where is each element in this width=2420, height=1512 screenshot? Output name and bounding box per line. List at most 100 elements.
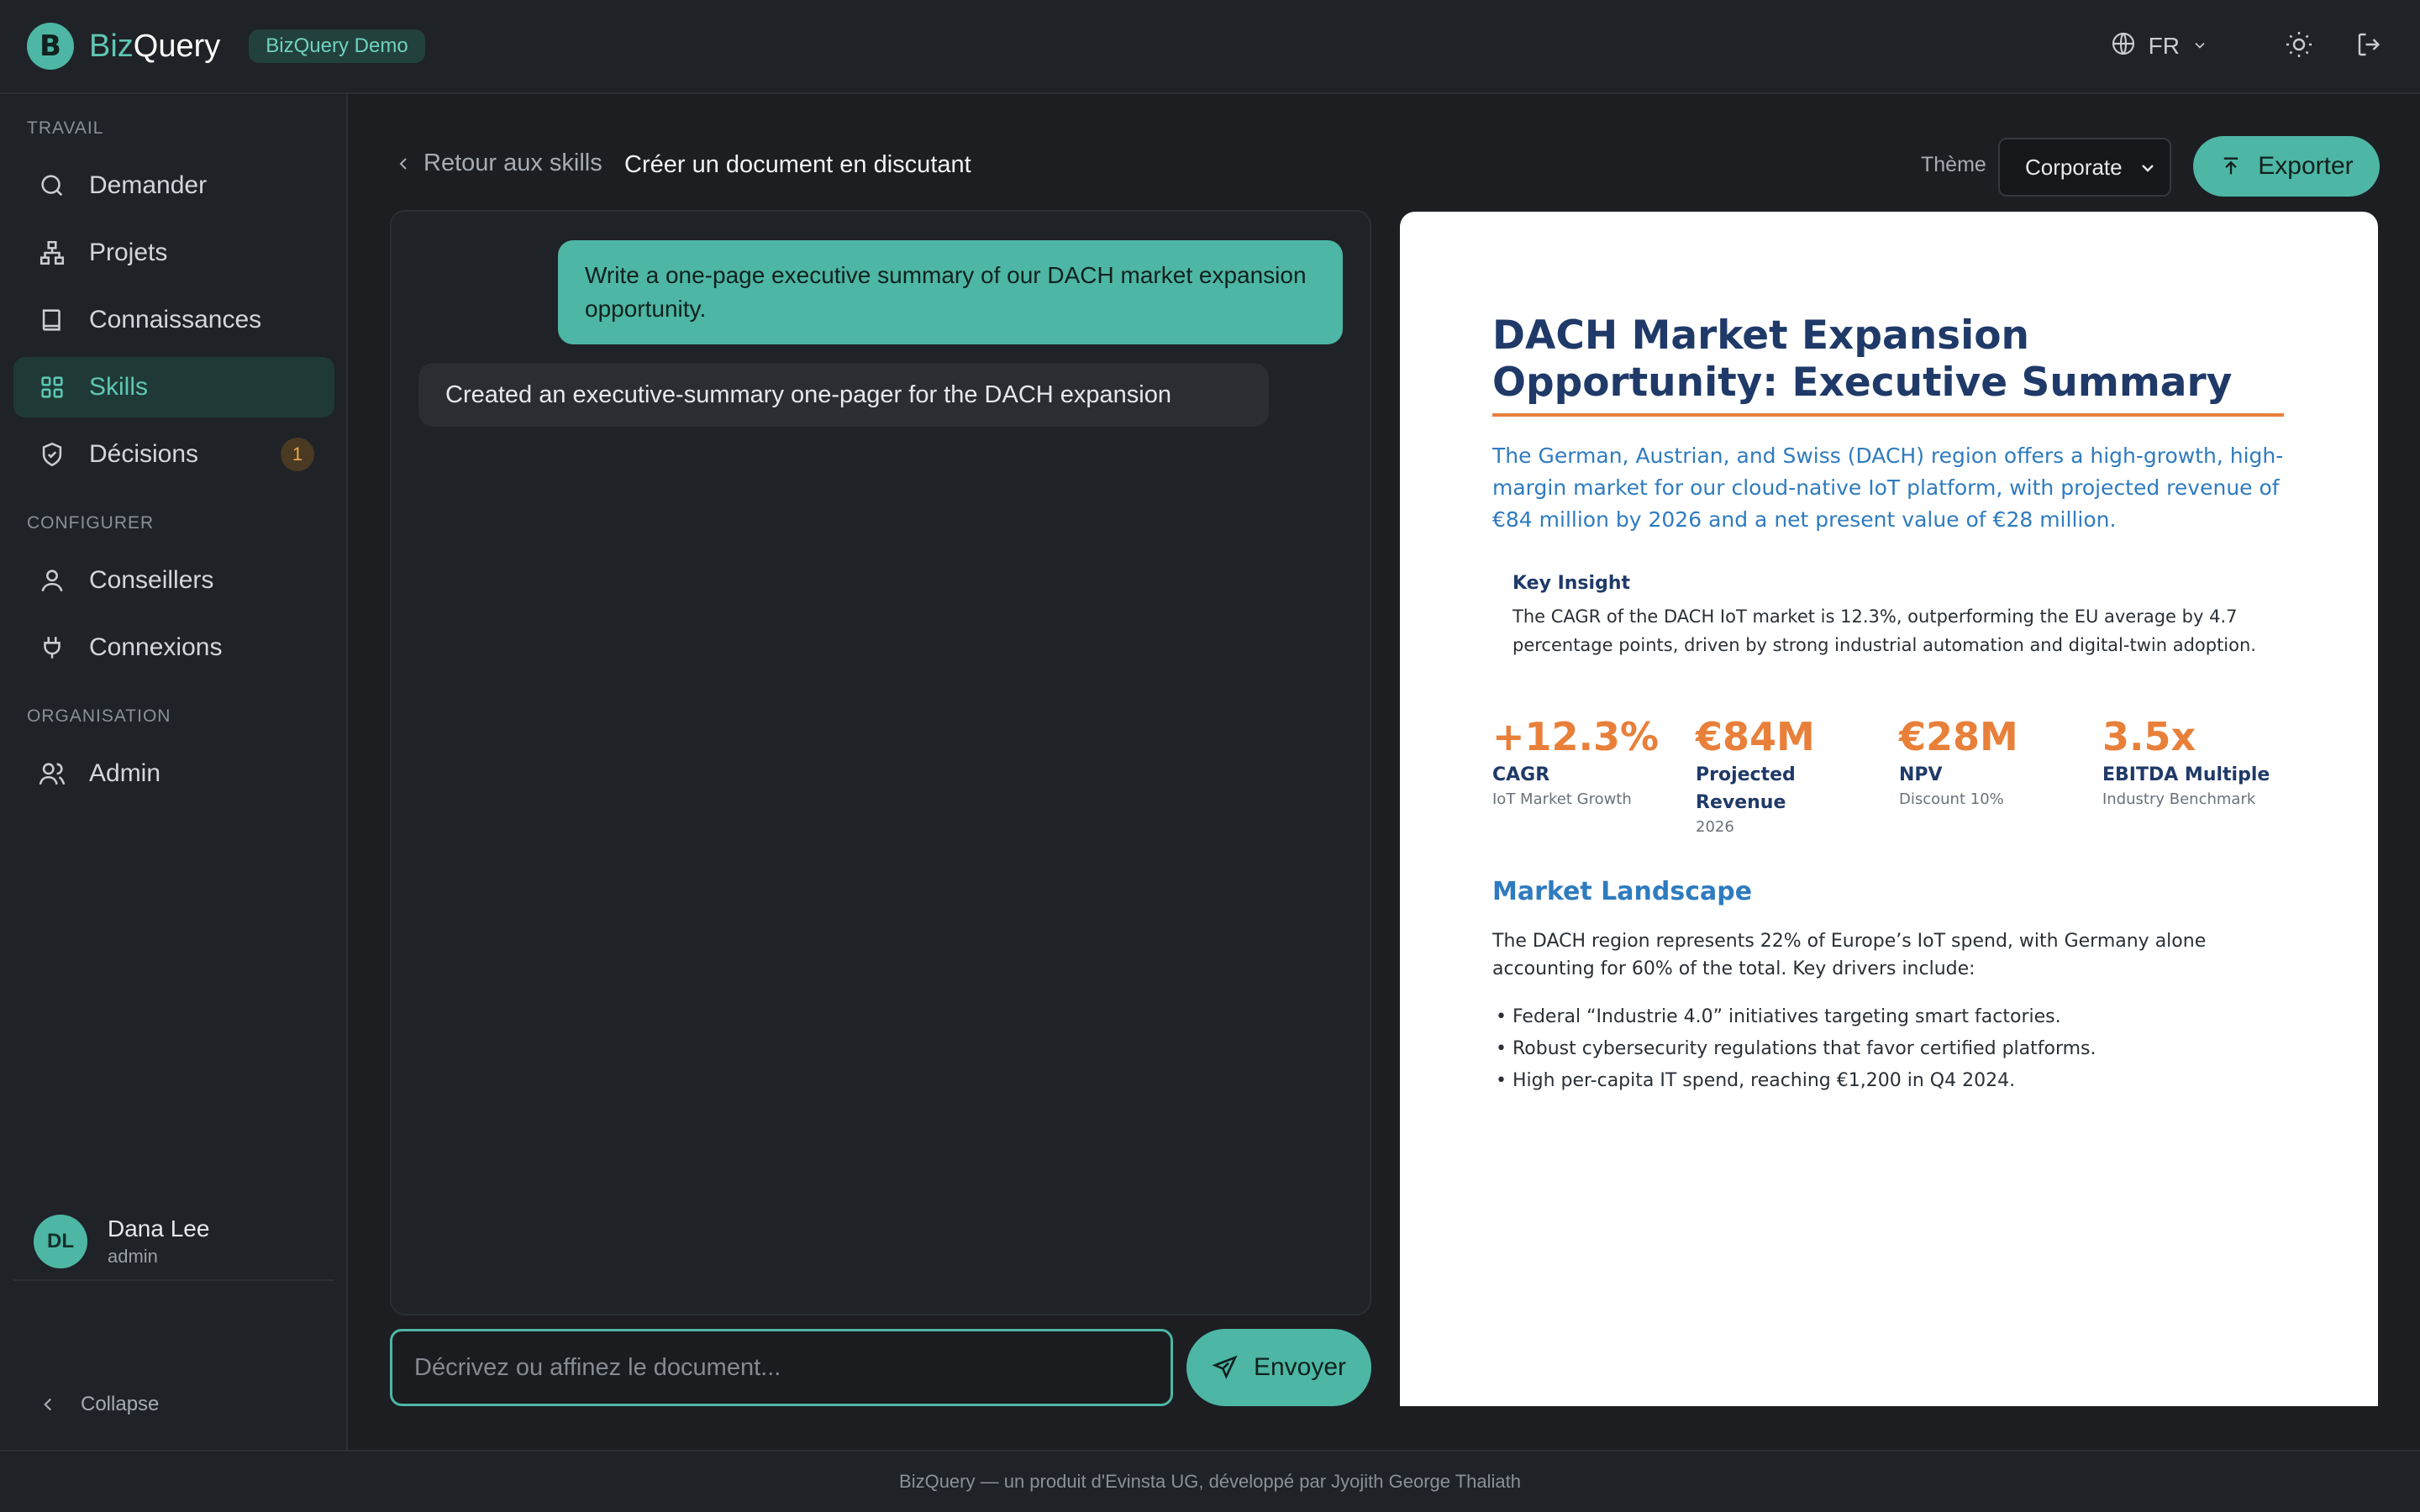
document-title: DACH Market Expansion Opportunity: Execu… xyxy=(1492,312,2233,406)
kpi-projected-revenue: €84M Projected Revenue 2026 xyxy=(1696,716,1822,836)
page-title: Créer un document en discutant xyxy=(624,151,971,178)
kpi-value: 3.5x xyxy=(2102,714,2196,759)
driver-list: • Federal “Industrie 4.0” initiatives ta… xyxy=(1496,1001,2252,1097)
avatar: DL xyxy=(34,1215,87,1268)
user-info: Dana Lee admin xyxy=(87,1215,209,1268)
sitemap-icon xyxy=(35,236,69,270)
key-insight-box: Key Insight The CAGR of the DACH IoT mar… xyxy=(1512,573,2269,659)
sun-icon xyxy=(2284,29,2314,64)
sidebar-item-label: Décisions xyxy=(89,440,199,468)
logout-button[interactable] xyxy=(2346,23,2393,70)
sidebar-item-demander[interactable]: Demander xyxy=(13,155,334,216)
export-label: Exporter xyxy=(2258,152,2354,180)
document-lead: The German, Austrian, and Swiss (DACH) r… xyxy=(1492,444,2284,532)
sidebar-item-admin[interactable]: Admin xyxy=(13,743,334,804)
footer: BizQuery — un produit d'Evinsta UG, déve… xyxy=(0,1450,2420,1512)
sidebar-item-label: Conseillers xyxy=(89,566,214,594)
kpi-label: NPV xyxy=(1899,764,1943,785)
sidebar-item-conseillers[interactable]: Conseillers xyxy=(13,550,334,611)
shield-check-icon xyxy=(35,438,69,471)
kpi-label: EBITDA Multiple xyxy=(2102,764,2270,785)
sidebar-item-label: Skills xyxy=(89,373,149,401)
kpi-value: +12.3% xyxy=(1492,714,1660,759)
sidebar-item-label: Projets xyxy=(89,239,168,266)
sidebar-item-label: Connexions xyxy=(89,633,223,661)
collapse-label: Collapse xyxy=(81,1393,160,1415)
list-item: • High per-capita IT spend, reaching €1,… xyxy=(1496,1070,2016,1091)
user-name: Dana Lee xyxy=(108,1215,210,1242)
book-icon xyxy=(35,303,69,337)
kpi-label: CAGR xyxy=(1492,764,1550,785)
top-right-controls: FR xyxy=(2110,23,2393,70)
sidebar-item-label: Demander xyxy=(89,171,208,199)
key-insight-text: The CAGR of the DACH IoT market is 12.3%… xyxy=(1512,606,2256,655)
collapse-button[interactable]: Collapse xyxy=(37,1393,159,1416)
kpi-ebitda-multiple: 3.5x EBITDA Multiple Industry Benchmark xyxy=(2102,716,2287,808)
section-travail: TRAVAIL xyxy=(27,118,104,138)
chevron-left-icon xyxy=(37,1394,59,1415)
sidebar: TRAVAIL Demander Projets Connaissances S… xyxy=(0,95,348,1450)
export-button[interactable]: Exporter xyxy=(2193,136,2380,197)
kpi-subtitle: 2026 xyxy=(1696,818,1734,836)
kpi-subtitle: Industry Benchmark xyxy=(2102,790,2256,808)
footer-text: BizQuery — un produit d'Evinsta UG, déve… xyxy=(899,1471,1521,1492)
section-text: The DACH region represents 22% of Europe… xyxy=(1492,931,2207,979)
send-label: Envoyer xyxy=(1253,1353,1347,1381)
sidebar-item-label: Connaissances xyxy=(89,306,262,333)
kpi-npv: €28M NPV Discount 10% xyxy=(1899,716,2084,808)
list-item: • Robust cybersecurity regulations that … xyxy=(1496,1038,2096,1059)
user-message: Write a one-page executive summary of ou… xyxy=(558,240,1343,344)
theme-toggle-button[interactable] xyxy=(2275,23,2323,70)
user-profile[interactable]: DL Dana Lee admin xyxy=(34,1215,209,1268)
sidebar-item-projets[interactable]: Projets xyxy=(13,223,334,283)
document-preview: DACH Market Expansion Opportunity: Execu… xyxy=(1400,212,2378,1406)
assistant-message: Created an executive-summary one-pager f… xyxy=(418,363,1269,427)
brand-name: BizQuery xyxy=(89,29,220,65)
decisions-count-badge: 1 xyxy=(281,438,314,471)
chevron-left-icon xyxy=(393,154,413,174)
kpi-value: €28M xyxy=(1899,714,2018,759)
logo-mark: B xyxy=(27,23,74,70)
input-placeholder: Décrivez ou affinez le document... xyxy=(414,1353,781,1381)
search-icon xyxy=(35,169,69,202)
kpi-subtitle: Discount 10% xyxy=(1899,790,2004,808)
section-heading: Market Landscape xyxy=(1492,877,1753,906)
chevron-down-icon xyxy=(2138,158,2158,184)
kpi-cagr: +12.3% CAGR IoT Market Growth xyxy=(1492,716,1677,808)
logout-icon xyxy=(2354,29,2385,64)
users-icon xyxy=(35,757,69,790)
brand-part-1: Biz xyxy=(89,28,134,64)
kpi-label: Projected Revenue xyxy=(1696,764,1796,813)
send-icon xyxy=(1212,1354,1239,1381)
title-divider xyxy=(1492,413,2284,417)
chevron-down-icon xyxy=(2191,33,2208,60)
sidebar-divider xyxy=(13,1279,334,1281)
sidebar-item-skills[interactable]: Skills xyxy=(13,357,334,417)
sidebar-item-connaissances[interactable]: Connaissances xyxy=(13,290,334,350)
send-button[interactable]: Envoyer xyxy=(1186,1329,1371,1406)
theme-label: Thème xyxy=(1921,153,1986,176)
section-configurer: CONFIGURER xyxy=(27,513,155,533)
upload-icon xyxy=(2219,155,2243,178)
back-label: Retour aux skills xyxy=(424,150,602,176)
top-bar: B BizQuery BizQuery Demo FR xyxy=(0,0,2420,94)
language-selector[interactable]: FR xyxy=(2110,30,2208,63)
kpi-value: €84M xyxy=(1696,714,1815,759)
globe-icon xyxy=(2110,30,2137,63)
theme-select-value: Corporate xyxy=(2025,154,2123,180)
brand-part-2: Query xyxy=(133,28,221,64)
chat-panel: Write a one-page executive summary of ou… xyxy=(390,210,1371,1315)
language-code: FR xyxy=(2148,33,2180,59)
back-to-skills-link[interactable]: Retour aux skills xyxy=(393,150,602,177)
key-insight-heading: Key Insight xyxy=(1512,573,1630,594)
list-item: • Federal “Industrie 4.0” initiatives ta… xyxy=(1496,1006,2061,1027)
user-role: admin xyxy=(108,1246,158,1267)
plug-icon xyxy=(35,631,69,664)
sidebar-item-connexions[interactable]: Connexions xyxy=(13,617,334,678)
document-prompt-input[interactable]: Décrivez ou affinez le document... xyxy=(390,1329,1173,1406)
section-organisation: ORGANISATION xyxy=(27,706,171,726)
kpi-subtitle: IoT Market Growth xyxy=(1492,790,1632,808)
demo-badge: BizQuery Demo xyxy=(249,29,425,63)
sidebar-item-decisions[interactable]: Décisions 1 xyxy=(13,424,334,485)
theme-select[interactable]: Corporate xyxy=(1998,138,2171,197)
